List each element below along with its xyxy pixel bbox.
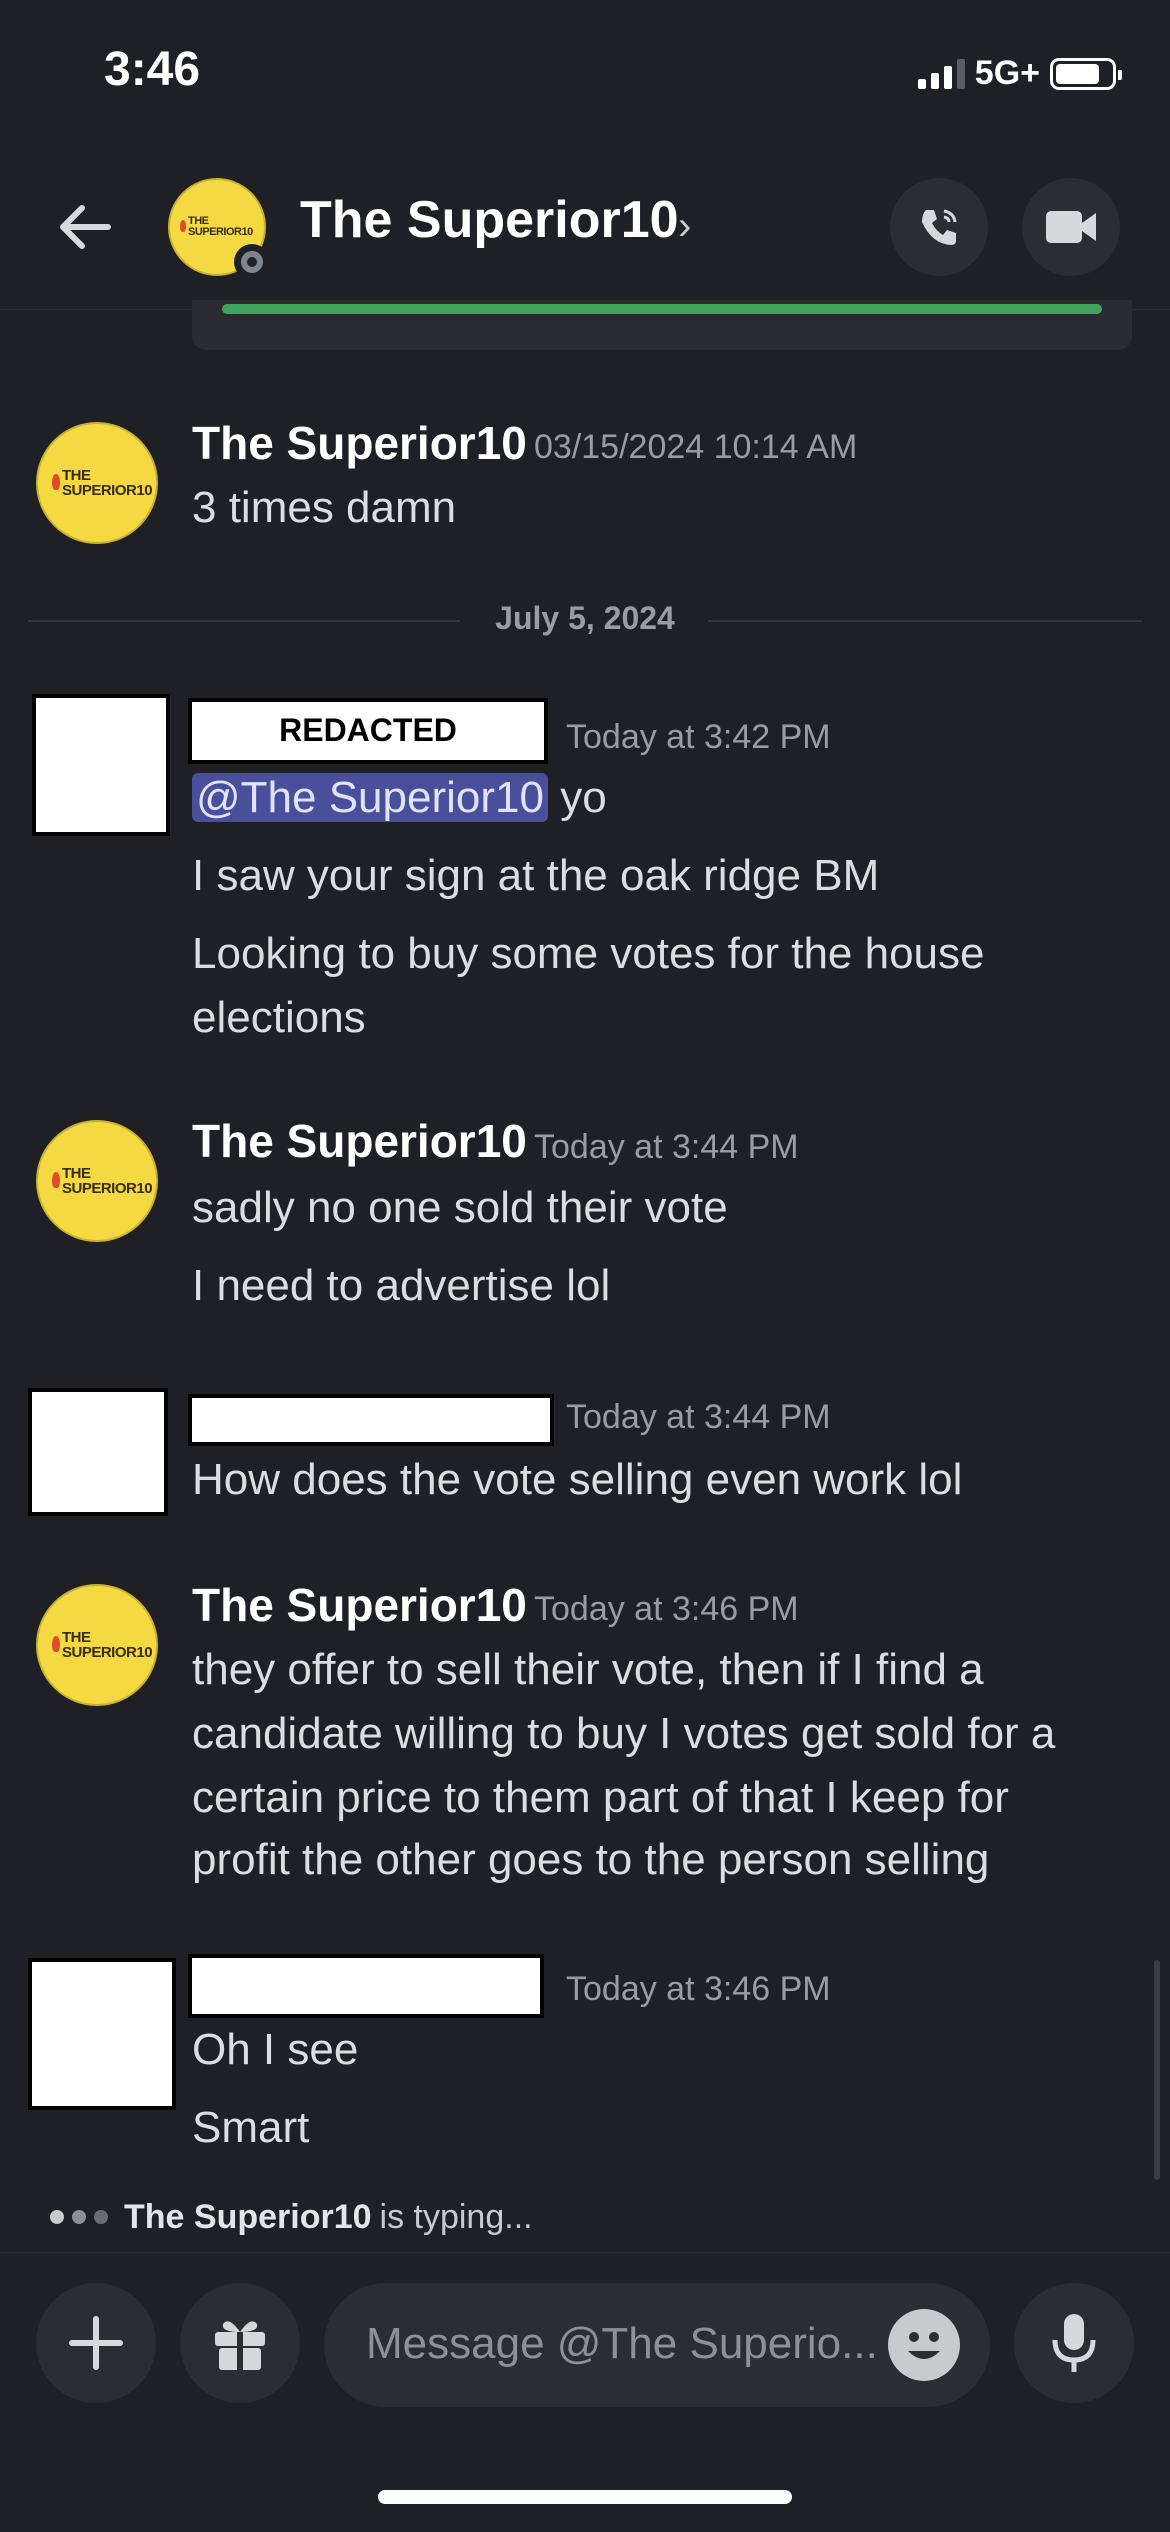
redacted-avatar[interactable] <box>28 1958 176 2110</box>
message-timestamp: Today at 3:46 PM <box>566 1970 831 2008</box>
voice-message-button[interactable] <box>1014 2283 1134 2403</box>
flame-icon <box>52 1636 60 1652</box>
network-type: 5G+ <box>974 54 1040 92</box>
flame-icon <box>52 474 60 490</box>
redacted-author-box <box>188 1954 544 2018</box>
message-author[interactable]: The Superior10 <box>192 1578 527 1632</box>
logo-text: THE SUPERIOR10 <box>188 215 253 238</box>
add-attachment-button[interactable] <box>36 2283 156 2403</box>
message-text: 3 times damn <box>192 483 457 532</box>
avatar[interactable]: THE SUPERIOR10 <box>36 1584 158 1706</box>
avatar[interactable]: THE SUPERIOR10 <box>36 1120 158 1242</box>
status-bar: 3:46 5G+ <box>0 0 1170 150</box>
scrollbar[interactable] <box>1154 1960 1160 2180</box>
gift-button[interactable] <box>180 2283 300 2403</box>
redacted-avatar[interactable] <box>28 1388 168 1516</box>
status-time: 3:46 <box>104 43 201 96</box>
video-camera-icon <box>1046 211 1096 243</box>
header-avatar[interactable]: THE SUPERIOR10 <box>168 178 270 280</box>
message-text: they offer to sell their vote, then if I… <box>192 1645 984 1694</box>
microphone-icon <box>1052 2314 1096 2372</box>
message-text: profit the other goes to the person sell… <box>192 1835 990 1884</box>
message-timestamp: Today at 3:44 PM <box>534 1128 799 1166</box>
chevron-right-icon[interactable]: › <box>678 204 691 249</box>
message-text: I need to advertise lol <box>192 1261 611 1310</box>
message-input-pill[interactable] <box>324 2283 990 2407</box>
typing-text: is typing... <box>379 2197 533 2236</box>
status-offline-icon <box>234 244 270 280</box>
home-indicator[interactable] <box>378 2490 792 2504</box>
message-text: Smart <box>192 2103 310 2152</box>
channel-title[interactable]: The Superior10 <box>300 190 679 250</box>
message-author[interactable]: REDACTED <box>192 712 544 749</box>
message-text: @The Superior10 yo <box>192 766 607 830</box>
message-timestamp: Today at 3:46 PM <box>534 1590 799 1628</box>
message-text: I saw your sign at the oak ridge BM <box>192 851 880 900</box>
user-mention[interactable]: @The Superior10 <box>192 773 548 822</box>
message-text: How does the vote selling even work lol <box>192 1455 963 1504</box>
logo-text: THE SUPERIOR10 <box>62 467 153 499</box>
chat-header: THE SUPERIOR10 The Superior10 › <box>0 150 1170 310</box>
message-text: Oh I see <box>192 2025 359 2074</box>
message-timestamp: 03/15/2024 10:14 AM <box>534 428 858 466</box>
video-call-button[interactable] <box>1022 178 1120 276</box>
gift-icon <box>215 2321 265 2370</box>
typing-user: The Superior10 <box>124 2197 372 2236</box>
redacted-avatar[interactable] <box>32 694 170 836</box>
battery-level <box>1056 63 1100 84</box>
message-text-rest: yo <box>547 773 607 822</box>
embed-card-tail <box>192 300 1132 350</box>
status-indicators: 5G+ <box>917 54 1122 93</box>
message-text: certain price to them part of that I kee… <box>192 1773 1009 1822</box>
emoji-icon[interactable] <box>888 2309 960 2381</box>
message-author[interactable]: The Superior10 <box>192 1114 527 1168</box>
message-text: candidate willing to buy I votes get sol… <box>192 1709 1056 1758</box>
flame-icon <box>180 220 186 232</box>
call-button[interactable] <box>890 178 988 276</box>
logo-text: THE SUPERIOR10 <box>62 1629 153 1661</box>
plus-icon <box>69 2316 123 2370</box>
message-text: Looking to buy some votes for the house <box>192 929 985 978</box>
cell-signal-icon <box>917 58 965 89</box>
message-input[interactable] <box>366 2311 876 2377</box>
avatar[interactable]: THE SUPERIOR10 <box>36 422 158 544</box>
message-timestamp: Today at 3:42 PM <box>566 718 831 756</box>
battery-icon <box>1050 57 1122 90</box>
redacted-author-box <box>188 1394 554 1446</box>
typing-indicator: The Superior10 is typing... <box>50 2192 533 2242</box>
phone-icon <box>922 209 957 245</box>
logo-text: THE SUPERIOR10 <box>62 1165 153 1197</box>
message-text: sadly no one sold their vote <box>192 1183 728 1232</box>
arrow-left-icon[interactable] <box>50 192 120 262</box>
message-text: elections <box>192 993 366 1042</box>
message-author[interactable]: The Superior10 <box>192 416 527 470</box>
message-timestamp: Today at 3:44 PM <box>566 1398 831 1436</box>
typing-dots-icon <box>50 2210 108 2224</box>
flame-icon <box>52 1172 60 1188</box>
date-divider: July 5, 2024 <box>495 600 675 636</box>
